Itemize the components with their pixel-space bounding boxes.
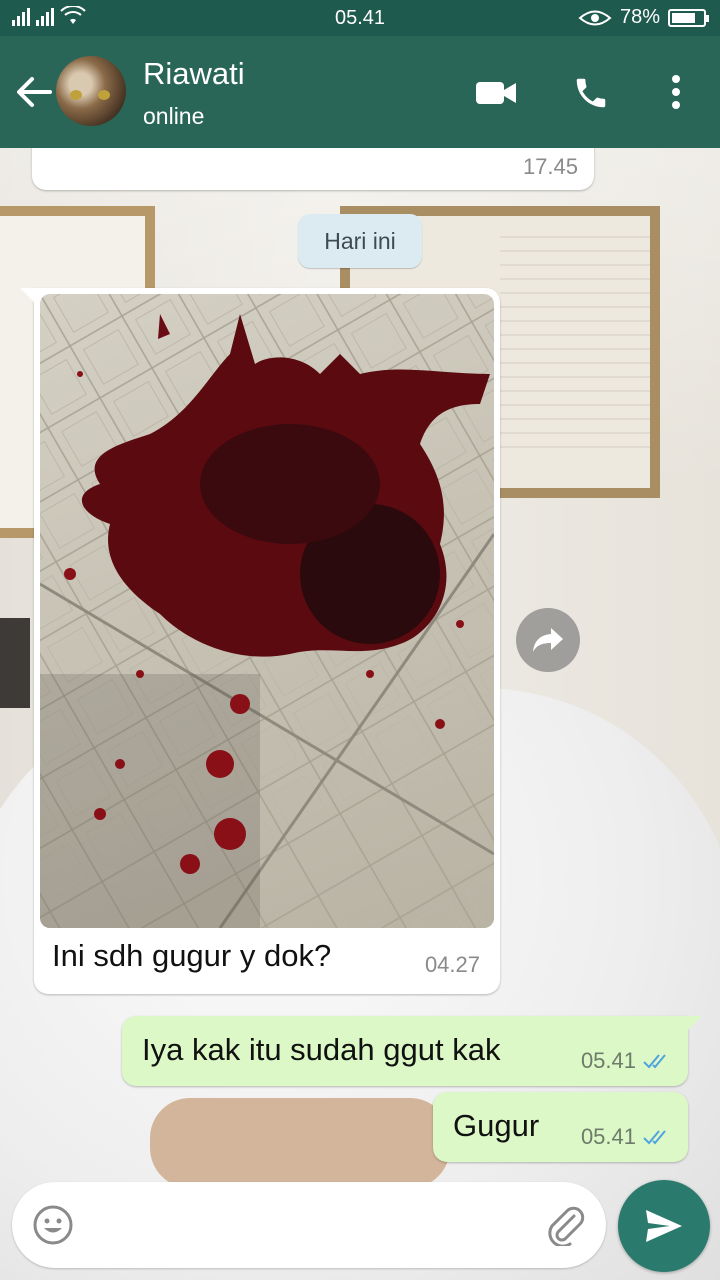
message-text: Gugur: [453, 1108, 540, 1143]
phone-call-icon[interactable]: [572, 74, 610, 112]
wallpaper-hands: [150, 1098, 450, 1188]
send-icon: [646, 1210, 682, 1242]
date-separator: Hari ini: [298, 214, 422, 268]
forward-icon: [533, 628, 563, 652]
message-composer: [12, 1182, 606, 1268]
wallpaper-shape: [0, 618, 30, 708]
more-options-icon[interactable]: [668, 74, 684, 110]
chat-area[interactable]: 17.45 Hari ini Ini sdh gugur y dok? 04.2…: [0, 148, 720, 1280]
avatar[interactable]: [56, 56, 126, 126]
message-text: Iya kak itu sudah ggut kak: [142, 1032, 501, 1067]
message-text: Ini sdh gugur y dok?: [52, 938, 332, 973]
forward-button[interactable]: [516, 608, 580, 672]
battery-icon: [668, 8, 709, 27]
message-time: 04.27: [424, 952, 480, 977]
previous-message[interactable]: 17.45: [32, 148, 594, 190]
incoming-image-message[interactable]: Ini sdh gugur y dok? 04.27: [20, 288, 500, 994]
message-input[interactable]: [98, 1202, 538, 1248]
message-time: 05.41: [580, 1048, 636, 1073]
chat-header: Riawati online: [0, 36, 720, 148]
emoji-icon[interactable]: [32, 1204, 74, 1246]
battery-percent: 78%: [619, 6, 660, 28]
status-right: 78%: [578, 6, 709, 29]
outgoing-message[interactable]: Gugur 05.41: [433, 1092, 688, 1162]
contact-status: online: [143, 103, 205, 129]
send-button[interactable]: [618, 1180, 710, 1272]
eye-icon: [578, 10, 612, 25]
message-meta: 05.41: [581, 1124, 672, 1150]
back-arrow-icon[interactable]: [14, 74, 54, 110]
read-ticks-icon: [643, 1130, 666, 1145]
message-photo[interactable]: [40, 294, 494, 928]
message-time: 17.45: [522, 154, 578, 179]
message-time: 05.41: [580, 1124, 636, 1149]
contact-name[interactable]: Riawati: [143, 56, 245, 92]
message-meta: 05.41: [581, 1048, 672, 1074]
outgoing-message[interactable]: Iya kak itu sudah ggut kak 05.41: [122, 1016, 702, 1086]
read-ticks-icon: [643, 1054, 666, 1069]
paperclip-icon[interactable]: [544, 1206, 586, 1246]
video-call-icon[interactable]: [474, 78, 518, 108]
status-bar: 05.41 78%: [0, 0, 720, 36]
